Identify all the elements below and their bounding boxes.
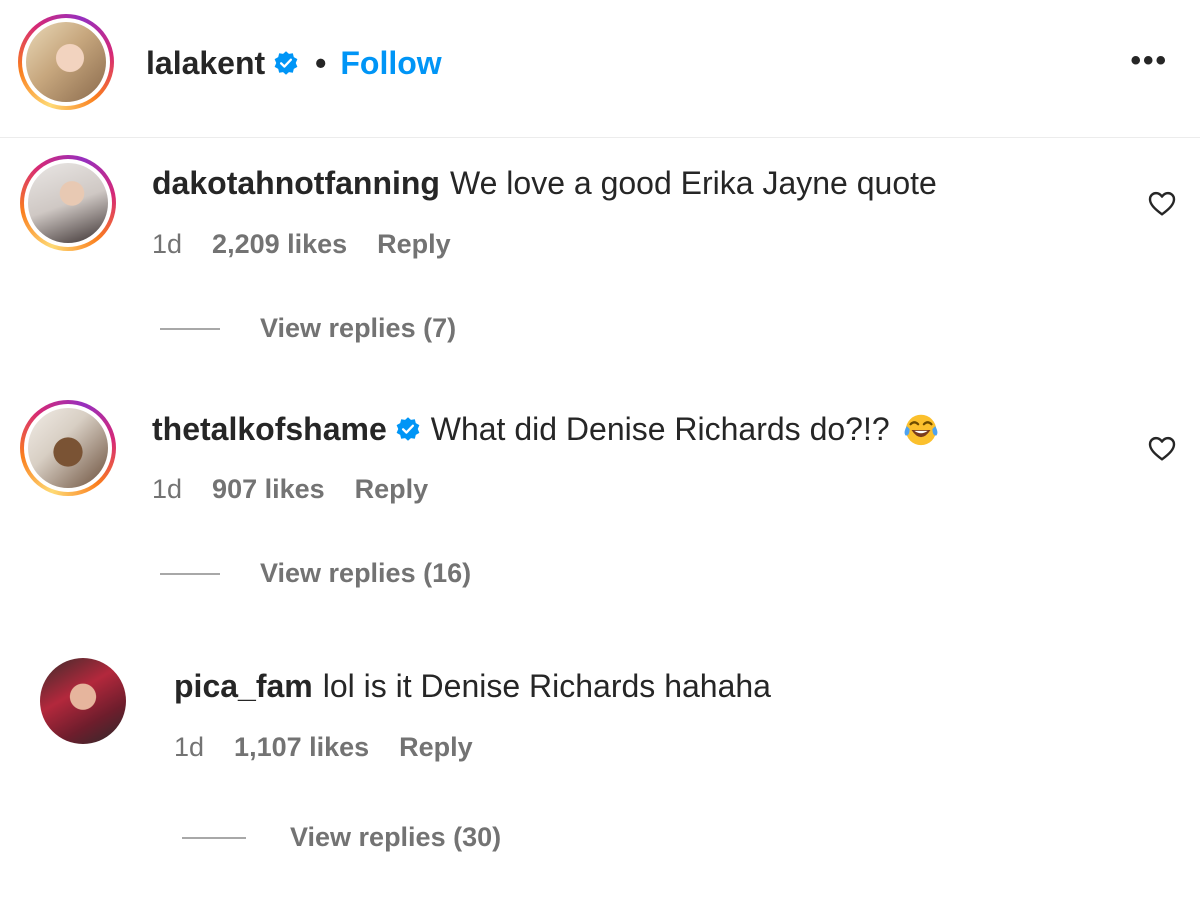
comment-time: 1d [174,732,205,762]
comment-body: dakotahnotfanning We love a good Erika J… [152,165,937,202]
like-heart-icon[interactable] [1146,187,1178,219]
likes-count[interactable]: 1,107 likes [234,732,369,763]
story-ring[interactable] [20,400,116,496]
comment-body: thetalkofshame What did Denise Richards … [152,410,940,448]
verified-badge-icon [396,417,420,441]
replies-divider [182,836,246,839]
comment-username[interactable]: pica_fam [174,668,313,705]
likes-count[interactable]: 2,209 likes [212,229,347,260]
view-replies-button[interactable]: View replies (30) [182,822,501,853]
separator-dot: • [315,44,327,81]
comment-body: pica_fam lol is it Denise Richards hahah… [174,668,771,705]
comment-text: We love a good Erika Jayne quote [449,165,937,201]
view-replies-label: View replies (16) [260,558,472,588]
story-ring[interactable] [20,155,116,251]
replies-divider [160,572,220,575]
likes-count[interactable]: 907 likes [212,474,325,505]
post-header: lalakent • Follow ••• [0,0,1200,138]
avatar[interactable] [40,658,126,744]
avatar [26,22,106,102]
more-options-icon[interactable]: ••• [1130,46,1168,76]
comment-username[interactable]: thetalkofshame [152,411,387,448]
view-replies-label: View replies (7) [260,313,457,343]
view-replies-button[interactable]: View replies (7) [160,313,456,344]
avatar [28,408,108,488]
comment-meta: 1d 1,107 likes Reply [174,732,503,763]
comment-text: lol is it Denise Richards hahaha [322,668,771,704]
post-author-username[interactable]: lalakent [146,45,265,82]
reply-button[interactable]: Reply [355,474,429,505]
like-heart-icon[interactable] [1146,432,1178,464]
comment-meta: 1d 907 likes Reply [152,474,458,505]
comment-time: 1d [152,229,183,259]
comment-text: What did Denise Richards do?!? [430,410,890,447]
comment-username[interactable]: dakotahnotfanning [152,165,440,202]
header-user-row: lalakent • Follow [146,40,442,86]
story-ring[interactable] [18,14,114,110]
verified-badge-icon [274,51,298,75]
view-replies-label: View replies (30) [290,822,502,852]
avatar [28,163,108,243]
laughing-tears-emoji-icon [904,414,938,446]
comment-meta: 1d 2,209 likes Reply [152,229,481,260]
replies-divider [160,327,220,330]
view-replies-button[interactable]: View replies (16) [160,558,471,589]
reply-button[interactable]: Reply [377,229,451,260]
follow-button[interactable]: Follow [340,45,441,82]
reply-button[interactable]: Reply [399,732,473,763]
comment-time: 1d [152,474,183,504]
